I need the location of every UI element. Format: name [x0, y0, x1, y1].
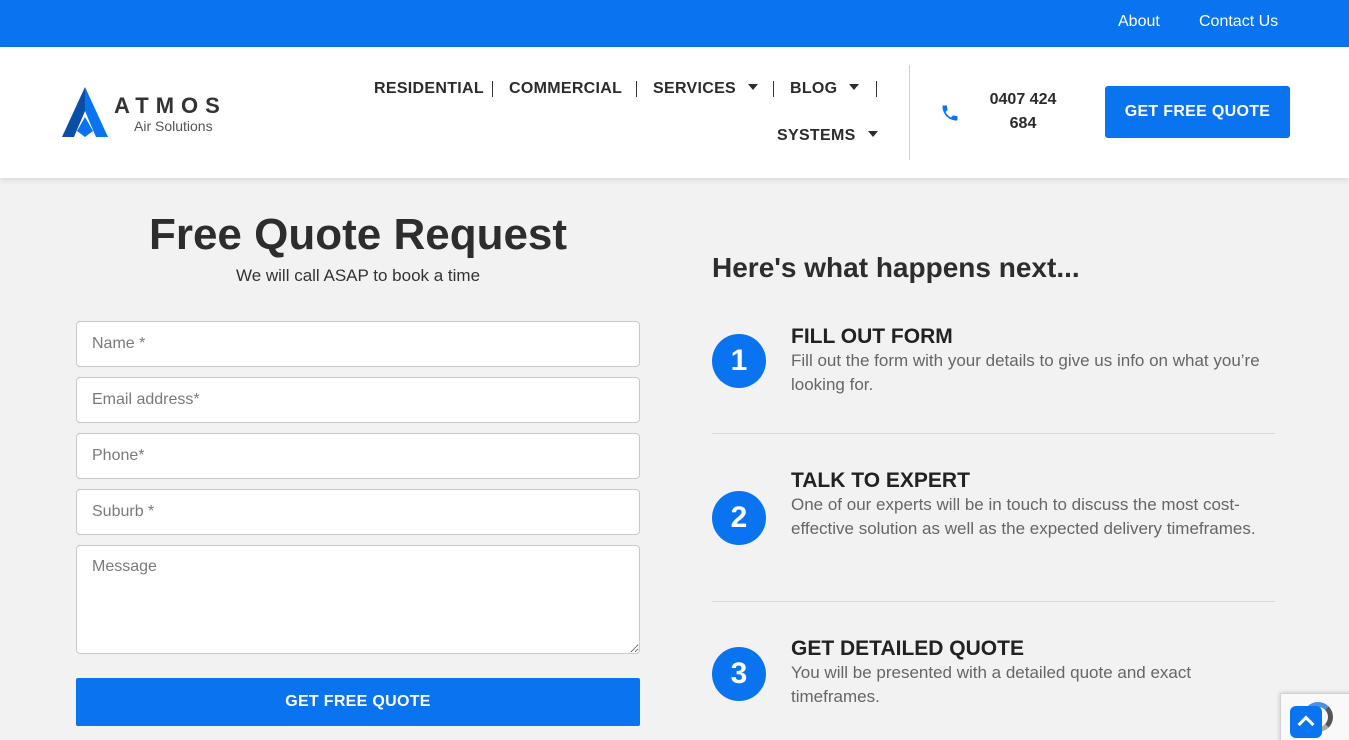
next-steps-title: Here's what happens next... — [712, 252, 1080, 283]
submit-quote-button[interactable]: GET FREE QUOTE — [76, 678, 640, 726]
suburb-field[interactable] — [76, 489, 640, 535]
nav-divider — [492, 81, 493, 97]
nav-commercial[interactable]: COMMERCIAL — [509, 80, 622, 98]
caret-down-icon — [748, 83, 759, 90]
nav-divider — [773, 81, 774, 97]
step-number-badge: 3 — [712, 647, 766, 701]
phone-icon — [942, 105, 958, 121]
logo-mark-icon — [62, 87, 108, 137]
name-field[interactable] — [76, 321, 640, 367]
caret-down-icon — [867, 130, 878, 137]
phone-field[interactable] — [76, 433, 640, 479]
top-bar: About Contact Us — [0, 0, 1349, 47]
message-field[interactable] — [76, 545, 640, 654]
chevron-up-icon — [1297, 715, 1315, 733]
about-link[interactable]: About — [1118, 13, 1160, 31]
header-divider — [909, 65, 910, 160]
nav-services[interactable]: SERVICES — [653, 80, 759, 98]
step-description: Fill out the form with your details to g… — [791, 351, 1260, 394]
header-get-quote-button[interactable]: GET FREE QUOTE — [1105, 86, 1290, 138]
form-title: Free Quote Request — [148, 210, 568, 259]
step-title: TALK TO EXPERT — [791, 469, 970, 492]
step-divider — [712, 601, 1275, 602]
caret-down-icon — [849, 83, 860, 90]
step-number-badge: 2 — [712, 491, 766, 545]
site-header: ATMOS Air Solutions RESIDENTIAL COMMERCI… — [0, 47, 1349, 178]
nav-divider — [876, 81, 877, 97]
nav-systems-label: SYSTEMS — [777, 127, 856, 144]
step-description: You will be presented with a detailed qu… — [791, 663, 1192, 706]
step-description: One of our experts will be in touch to d… — [791, 495, 1256, 538]
nav-systems[interactable]: SYSTEMS — [777, 127, 878, 145]
logo-brand-text: ATMOS — [114, 93, 227, 118]
nav-services-label: SERVICES — [653, 80, 737, 97]
nav-divider — [636, 81, 637, 97]
logo[interactable]: ATMOS Air Solutions — [62, 87, 252, 141]
contact-us-link[interactable]: Contact Us — [1199, 13, 1278, 31]
nav-blog[interactable]: BLOG — [790, 80, 860, 98]
step-title: FILL OUT FORM — [791, 325, 953, 348]
scroll-to-top-button[interactable] — [1290, 706, 1322, 738]
step-title: GET DETAILED QUOTE — [791, 637, 1024, 660]
phone-number[interactable]: 0407 424 684 — [980, 88, 1066, 136]
step-divider — [712, 433, 1275, 434]
form-subtitle: We will call ASAP to book a time — [235, 266, 481, 285]
nav-blog-label: BLOG — [790, 80, 838, 97]
email-field[interactable] — [76, 377, 640, 423]
step-number-badge: 1 — [712, 334, 766, 388]
logo-subtitle: Air Solutions — [134, 118, 213, 134]
nav-residential[interactable]: RESIDENTIAL — [374, 80, 484, 98]
